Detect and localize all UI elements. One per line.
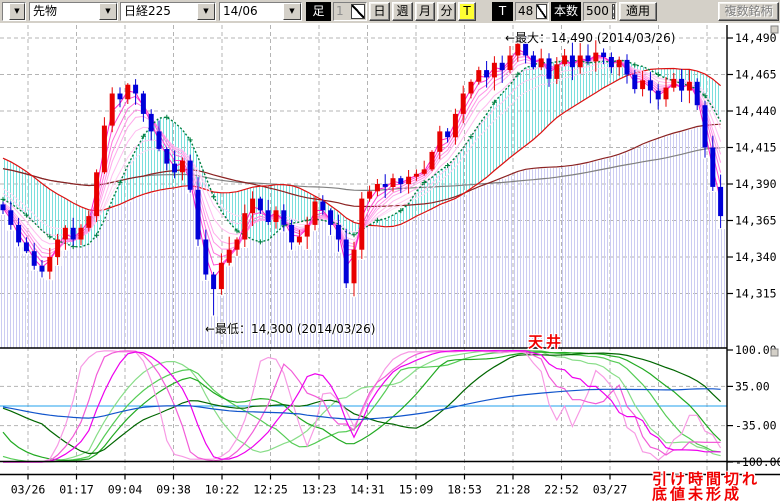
svg-text:35.00: 35.00	[735, 379, 770, 393]
svg-text:14,415: 14,415	[735, 141, 777, 155]
ceiling-annotation: 天井	[528, 331, 564, 352]
chart-region: 14,490 14,465 14,440 14,415 14,390 14,365 14,3…	[0, 23, 780, 500]
svg-text:14:31: 14:31	[350, 483, 385, 497]
toolbar: ▼ 先物 ▼ 日経225 ▼ 14/06 ▼ 足 1 日 週 月 分 T T 4…	[0, 0, 780, 24]
symbol-select[interactable]: 日経225 ▼	[120, 2, 216, 21]
instrument-type-select[interactable]: 先物 ▼	[29, 2, 118, 21]
spinner-icon[interactable]	[536, 4, 547, 19]
interval-value: 1	[334, 3, 350, 20]
svg-text:03/27: 03/27	[593, 483, 628, 497]
svg-text:15:09: 15:09	[399, 483, 434, 497]
svg-text:14,490: 14,490	[735, 31, 777, 45]
chevron-down-icon[interactable]: ▼	[197, 3, 215, 20]
chart-canvas[interactable]: 14,490 14,465 14,440 14,415 14,390 14,365 14,3…	[0, 23, 780, 500]
svg-text:14,390: 14,390	[735, 177, 777, 191]
svg-text:18:53: 18:53	[447, 483, 482, 497]
chart-application: ▼ 先物 ▼ 日経225 ▼ 14/06 ▼ 足 1 日 週 月 分 T T 4…	[0, 0, 780, 500]
svg-text:13:23: 13:23	[302, 483, 337, 497]
bars-spinner[interactable]: 48	[515, 2, 549, 21]
count-spinner[interactable]: 500	[583, 2, 617, 21]
bars-value: 48	[516, 3, 535, 20]
svg-text:22:52: 22:52	[544, 483, 579, 497]
svg-text:10:22: 10:22	[205, 483, 240, 497]
svg-text:14,465: 14,465	[735, 68, 777, 82]
count-value: 500	[584, 3, 611, 20]
mini-dropdown[interactable]: ▼	[2, 2, 26, 21]
ashi-label: 足	[306, 2, 331, 21]
svg-text:09:38: 09:38	[156, 483, 191, 497]
spinner-icon[interactable]	[351, 4, 365, 19]
instrument-type-value: 先物	[30, 3, 99, 20]
contract-month-select[interactable]: 14/06 ▼	[219, 2, 302, 21]
bars-label: 本数	[551, 2, 581, 21]
interval-spinner[interactable]: 1	[333, 2, 367, 21]
spinner-icon[interactable]	[612, 4, 615, 19]
chevron-down-icon[interactable]: ▼	[99, 3, 117, 20]
period-month-button[interactable]: 月	[415, 2, 435, 21]
svg-text:-35.00: -35.00	[735, 419, 777, 433]
svg-text:14,365: 14,365	[735, 214, 777, 228]
svg-text:14,315: 14,315	[735, 287, 777, 301]
note-line2-annotation: 底値未形成	[652, 483, 742, 504]
period-week-button[interactable]: 週	[392, 2, 413, 21]
period-minute-button[interactable]: 分	[437, 2, 456, 21]
svg-text:01:17: 01:17	[59, 483, 94, 497]
svg-text:03/26: 03/26	[11, 483, 46, 497]
multi-symbol-button[interactable]: 複数銘柄	[718, 2, 779, 21]
svg-text:09:04: 09:04	[108, 483, 143, 497]
symbol-value: 日経225	[121, 3, 197, 20]
chevron-down-icon[interactable]: ▼	[283, 3, 301, 20]
svg-text:-100.00: -100.00	[735, 455, 780, 469]
period-day-button[interactable]: 日	[369, 2, 390, 21]
svg-text:100.00: 100.00	[735, 343, 777, 357]
svg-text:21:28: 21:28	[496, 483, 531, 497]
low-annotation: ←最低：14,300 (2014/03/26)	[205, 320, 375, 337]
svg-text:14,440: 14,440	[735, 104, 777, 118]
tick-mode-button[interactable]: T	[458, 2, 476, 21]
high-annotation: ←最大：14,490 (2014/03/26)	[505, 29, 675, 46]
svg-text:12:25: 12:25	[253, 483, 288, 497]
tick-label: T	[492, 2, 513, 21]
chevron-down-icon[interactable]: ▼	[9, 3, 25, 20]
svg-text:14,340: 14,340	[735, 250, 777, 264]
contract-month-value: 14/06	[220, 3, 283, 20]
apply-button[interactable]: 適用	[619, 2, 657, 21]
